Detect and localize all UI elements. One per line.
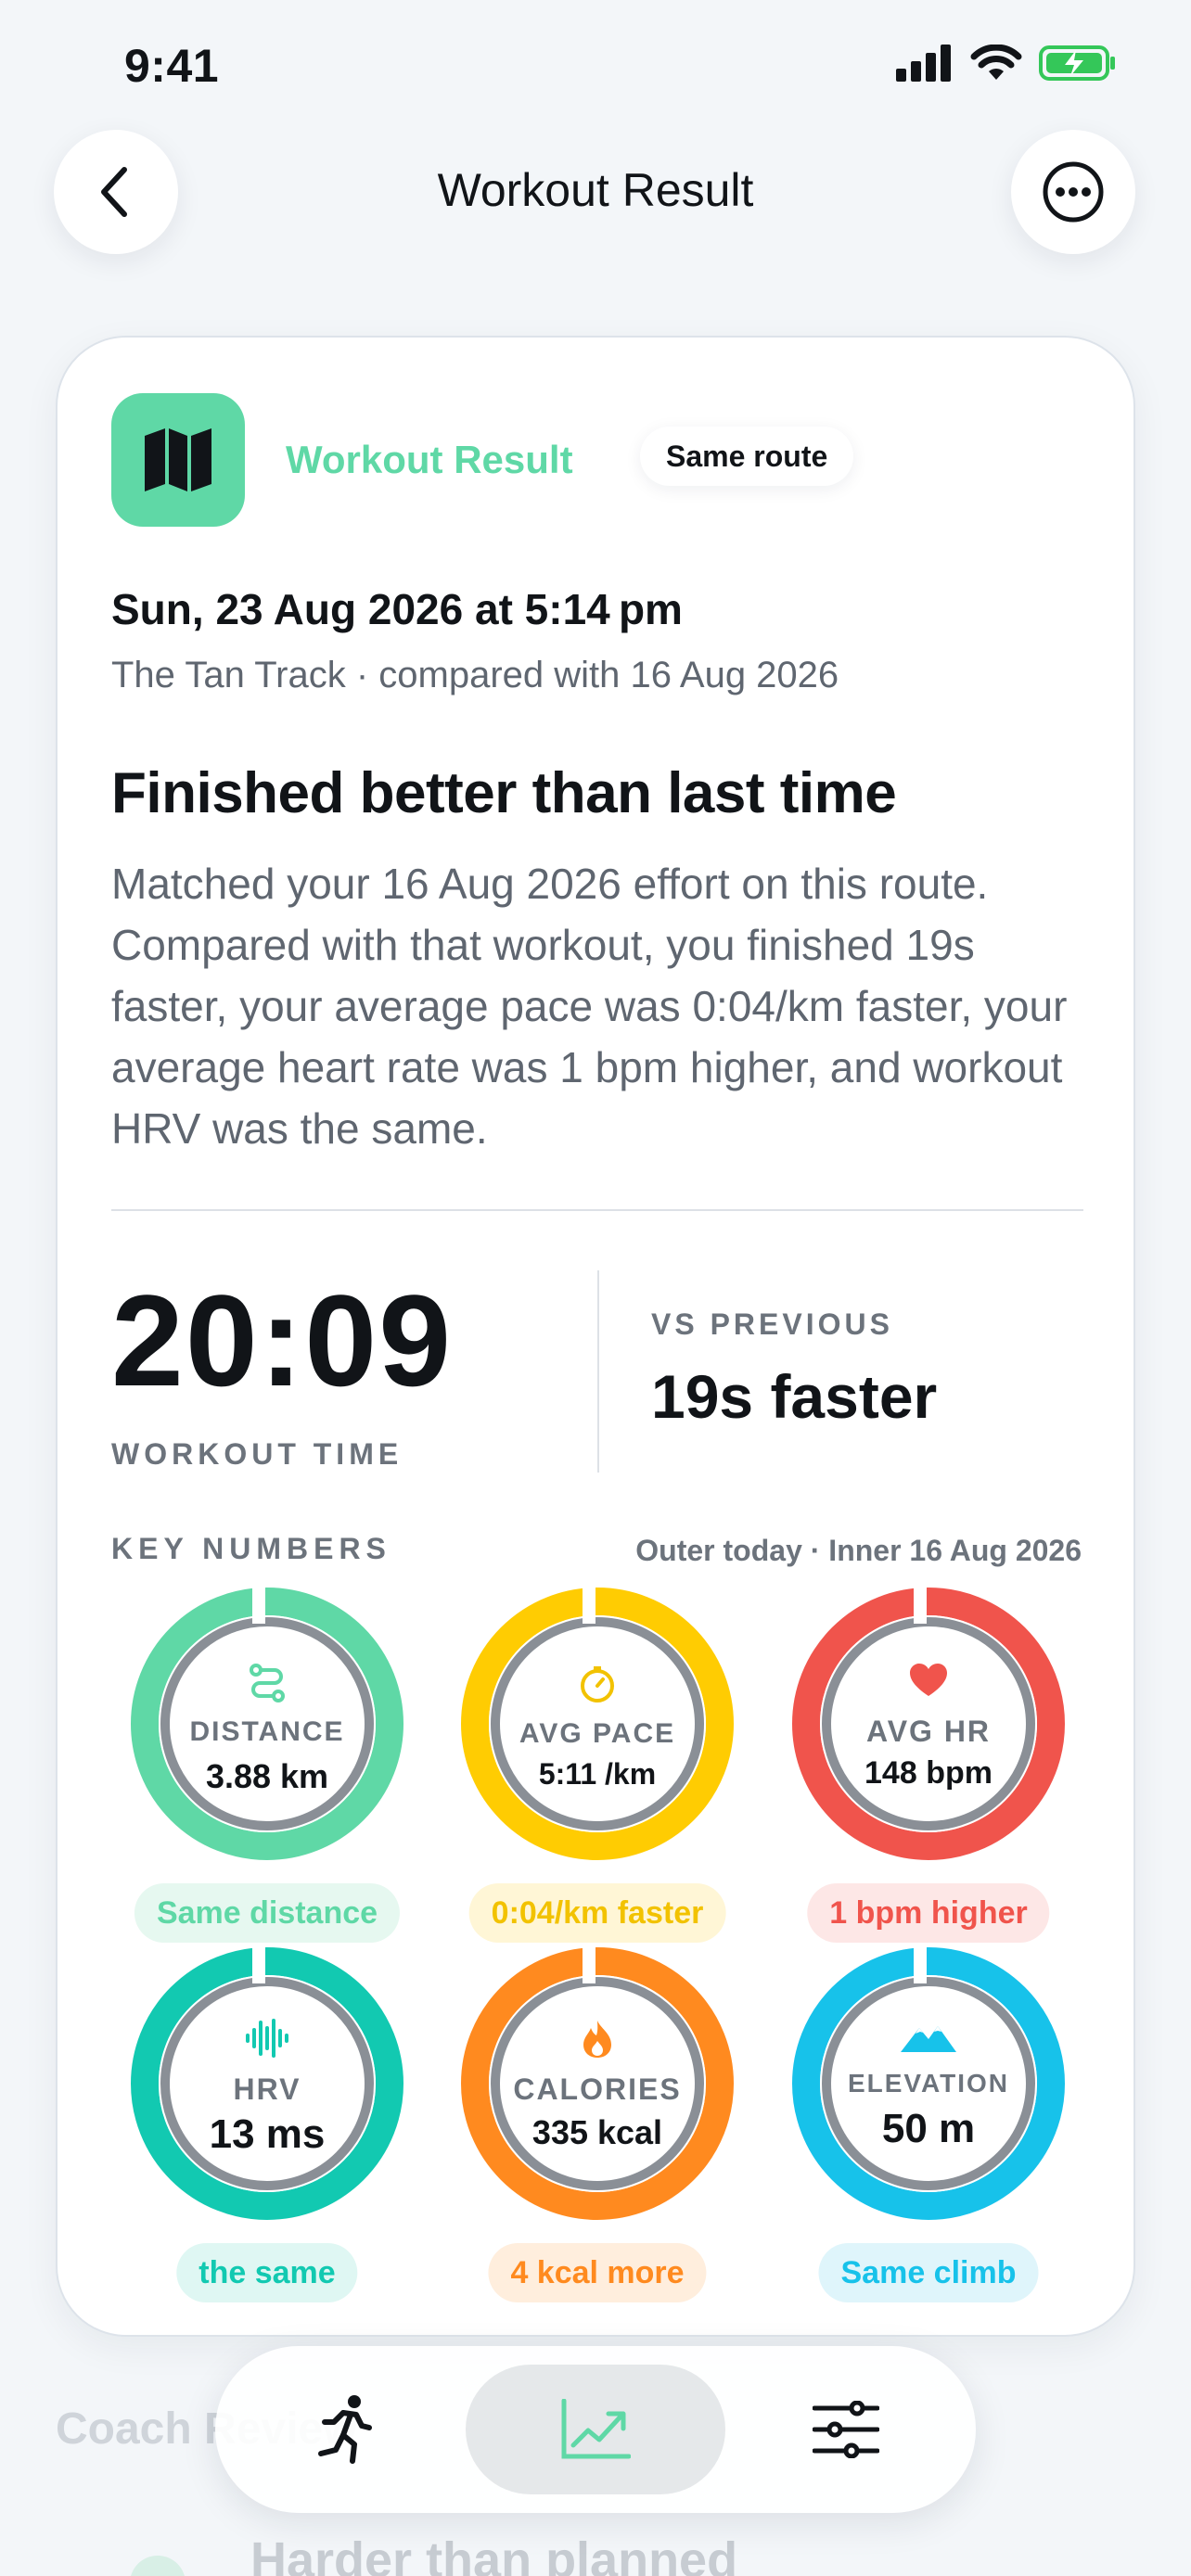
result-summary: Matched your 16 Aug 2026 effort on this … (111, 860, 1068, 1153)
battery-charging-icon (1039, 45, 1115, 81)
workout-date: Sun, 23 Aug 2026 at 5:14 pm (111, 585, 683, 633)
metric-name: AVG HR (865, 1715, 992, 1748)
list-item-dot (130, 2556, 186, 2576)
vs-previous-label: VS PREVIOUS (651, 1307, 893, 1341)
metric-value: 335 kcal (531, 2113, 663, 2151)
cellular-signal-icon (896, 45, 951, 82)
metric-name: HRV (233, 2072, 301, 2106)
metric-avg-hr[interactable]: AVG HR 148 bpm 1 bpm higher (789, 1585, 1068, 1943)
more-icon (1043, 161, 1104, 223)
metric-value: 13 ms (209, 2111, 326, 2157)
metric-delta: Same distance (134, 1883, 401, 1943)
more-options-button[interactable] (1011, 130, 1135, 254)
metric-name: ELEVATION (847, 2069, 1010, 2098)
same-route-badge: Same route (640, 427, 854, 486)
card-title: Workout Result (286, 438, 573, 481)
metric-delta: the same (176, 2243, 358, 2302)
result-headline: Finished better than last time (111, 761, 897, 825)
status-time: 9:41 (124, 40, 220, 92)
metric-value: 50 m (881, 2106, 976, 2151)
run-icon (318, 2395, 372, 2464)
flame-icon (458, 2019, 736, 2060)
status-bar: 9:41 (0, 0, 1191, 130)
metric-delta: 0:04/km faster (468, 1883, 726, 1943)
metric-name: AVG PACE (519, 1718, 676, 1749)
metric-avg-pace[interactable]: AVG PACE 5:11 /km 0:04/km faster (458, 1585, 736, 1943)
key-numbers-legend: Outer today · Inner 16 Aug 2026 (635, 1534, 1082, 1567)
tab-settings[interactable] (716, 2365, 976, 2494)
vertical-divider (597, 1270, 599, 1473)
workout-time: 20:09 (111, 1268, 454, 1413)
metric-distance[interactable]: DISTANCE 3.88 km Same distance (128, 1585, 406, 1943)
nav-bar: Workout Result (0, 130, 1191, 256)
metric-elevation[interactable]: ELEVATION 50 m Same climb (789, 1945, 1068, 2302)
metric-delta: Same climb (818, 2243, 1039, 2302)
settings-sliders-icon (813, 2401, 879, 2458)
vs-previous-value: 19s faster (651, 1362, 938, 1431)
divider (111, 1209, 1083, 1211)
metric-value: 3.88 km (205, 1757, 329, 1795)
stopwatch-icon (458, 1664, 736, 1703)
workout-time-label: WORKOUT TIME (111, 1437, 403, 1471)
map-icon (145, 428, 211, 491)
metric-value: 5:11 /km (538, 1757, 657, 1791)
mountain-icon (789, 2022, 1068, 2054)
key-numbers-label: KEY NUMBERS (111, 1532, 391, 1565)
stats-icon (561, 2399, 631, 2459)
workout-subtitle: The Tan Track · compared with 16 Aug 202… (111, 655, 839, 695)
coach-review-item-title[interactable]: Harder than planned (250, 2531, 737, 2576)
metric-delta: 4 kcal more (488, 2243, 707, 2302)
metric-hrv[interactable]: HRV 13 ms the same (128, 1945, 406, 2302)
tab-bar (215, 2346, 976, 2513)
tab-stats[interactable] (466, 2365, 725, 2494)
waveform-icon (128, 2019, 406, 2058)
metric-name: DISTANCE (189, 1716, 345, 1747)
workout-result-card: Workout Result Same route Sun, 23 Aug 20… (56, 336, 1135, 2337)
status-icons (896, 45, 1117, 82)
metric-calories[interactable]: CALORIES 335 kcal 4 kcal more (458, 1945, 736, 2302)
route-icon (128, 1663, 406, 1703)
tab-workout[interactable] (215, 2365, 475, 2494)
metric-name: CALORIES (513, 2072, 682, 2106)
wifi-icon (970, 45, 1022, 80)
metric-value: 148 bpm (864, 1755, 992, 1791)
metric-delta: 1 bpm higher (807, 1883, 1050, 1943)
heart-icon (789, 1663, 1068, 1698)
app-badge (111, 393, 245, 527)
